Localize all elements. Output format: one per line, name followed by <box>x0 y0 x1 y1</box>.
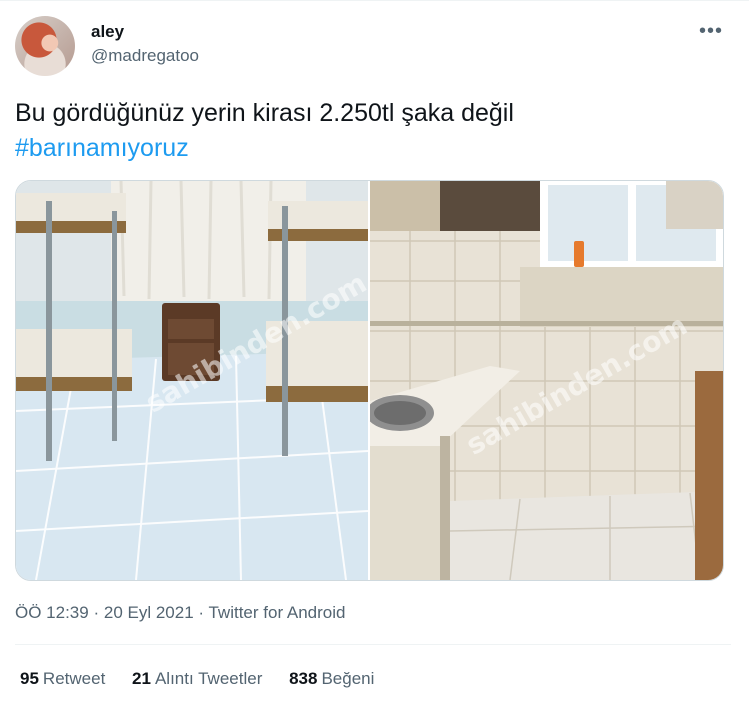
quote-tweets-count: 21 <box>132 669 151 688</box>
tweet-source[interactable]: Twitter for Android <box>208 603 345 622</box>
tweet-date[interactable]: 20 Eyl 2021 <box>104 603 194 622</box>
hashtag-link[interactable]: #barınamıyoruz <box>15 131 715 166</box>
meta-separator: · <box>93 603 100 622</box>
quote-tweets-label: Alıntı Tweetler <box>154 669 263 688</box>
likes-label: Beğeni <box>321 669 375 688</box>
tweet-body: Bu gördüğünüz yerin kirası 2.250tl şaka … <box>15 99 514 127</box>
likes-stat[interactable]: 838 Beğeni <box>289 669 374 689</box>
tweet-media: sahibinden.com sahibinden.com <box>15 180 724 581</box>
tweet-time[interactable]: ÖÖ 12:39 <box>15 603 89 622</box>
avatar[interactable] <box>15 16 75 76</box>
author-handle[interactable]: @madregatoo <box>91 46 199 66</box>
meta-separator: · <box>198 603 205 622</box>
retweets-count: 95 <box>20 669 39 688</box>
retweets-label: Retweet <box>42 669 106 688</box>
kitchen-sink-photo[interactable]: sahibinden.com <box>370 181 723 580</box>
quote-tweets-stat[interactable]: 21 Alıntı Tweetler <box>132 669 262 689</box>
tweet-text: Bu gördüğünüz yerin kirası 2.250tl şaka … <box>15 96 715 166</box>
likes-count: 838 <box>289 669 318 688</box>
retweets-stat[interactable]: 95 Retweet <box>20 669 105 689</box>
author-name[interactable]: aley <box>91 22 124 42</box>
stats-divider-top <box>15 644 731 645</box>
tweet-meta: ÖÖ 12:39 · 20 Eyl 2021 · Twitter for And… <box>15 603 346 623</box>
tweet-stats: 95 Retweet 21 Alıntı Tweetler 838 Beğeni <box>20 669 396 689</box>
top-divider <box>0 0 749 1</box>
more-horizontal-icon[interactable]: ••• <box>699 20 723 43</box>
bunk-beds-room-photo[interactable]: sahibinden.com <box>16 181 368 580</box>
